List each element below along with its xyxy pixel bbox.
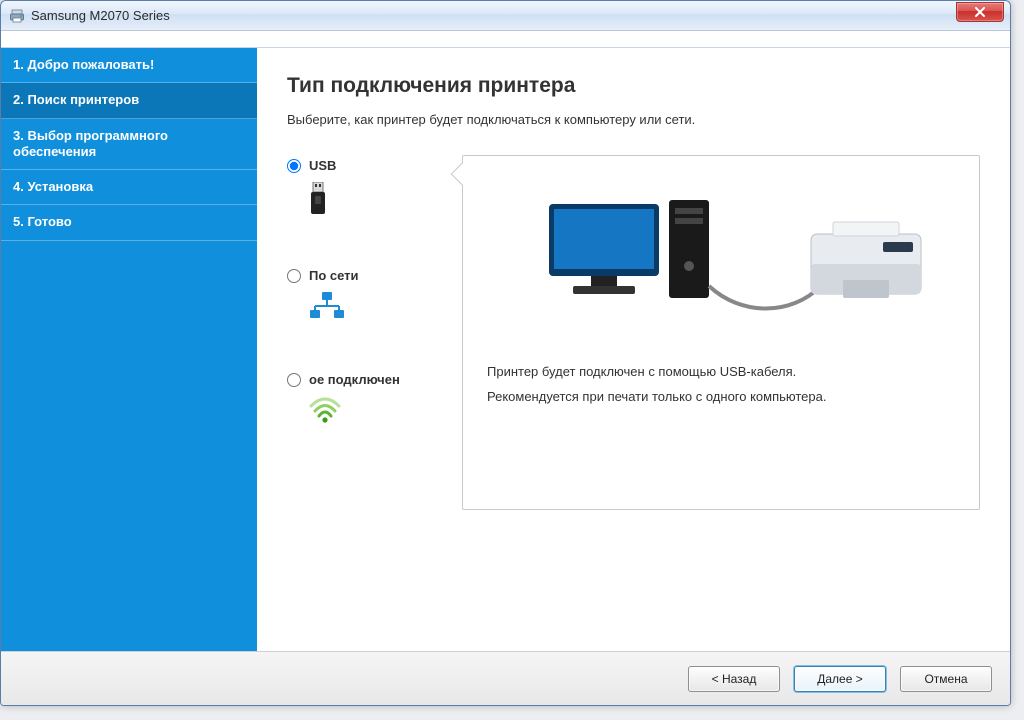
option-network[interactable]: По сети (287, 269, 462, 323)
sidebar-step-software[interactable]: 3. Выбор программного обеспечения (1, 119, 257, 171)
connection-options: USB (287, 155, 462, 427)
sidebar-step-welcome[interactable]: 1. Добро пожаловать! (1, 48, 257, 83)
page-title: Тип подключения принтера (287, 74, 980, 98)
preview-line2: Рекомендуется при печати только с одного… (487, 389, 955, 404)
wizard-sidebar: 1. Добро пожаловать! 2. Поиск принтеров … (1, 48, 257, 651)
radio-network[interactable] (287, 269, 301, 283)
connection-preview: Принтер будет подключен с помощью USB-ка… (462, 155, 980, 510)
preview-line1: Принтер будет подключен с помощью USB-ка… (487, 364, 955, 379)
sidebar-step-search[interactable]: 2. Поиск принтеров (1, 83, 257, 118)
cancel-button[interactable]: Отмена (900, 666, 992, 692)
sidebar-step-install[interactable]: 4. Установка (1, 170, 257, 205)
wizard-footer: < Назад Далее > Отмена (1, 651, 1010, 705)
titlebar: Samsung M2070 Series (1, 1, 1010, 31)
close-icon (974, 7, 986, 17)
sidebar-step-done[interactable]: 5. Готово (1, 205, 257, 240)
close-button[interactable] (956, 2, 1004, 22)
main-panel: Тип подключения принтера Выберите, как п… (257, 48, 1010, 651)
option-wireless-label[interactable]: ое подключен (309, 373, 400, 388)
option-wireless[interactable]: ое подключен (287, 373, 462, 427)
option-usb-label[interactable]: USB (309, 159, 336, 174)
connection-description: Принтер будет подключен с помощью USB-ка… (487, 364, 955, 404)
radio-usb[interactable] (287, 159, 301, 173)
client-area: 1. Добро пожаловать! 2. Поиск принтеров … (1, 31, 1010, 705)
installer-window: Samsung M2070 Series 1. Добро пожаловать… (0, 0, 1011, 706)
page-subtitle: Выберите, как принтер будет подключаться… (287, 112, 980, 127)
next-button[interactable]: Далее > (794, 666, 886, 692)
wifi-icon (309, 396, 462, 427)
option-usb[interactable]: USB (287, 159, 462, 219)
window-title: Samsung M2070 Series (31, 8, 170, 23)
network-icon (309, 292, 462, 323)
option-network-label[interactable]: По сети (309, 269, 359, 284)
usb-icon (309, 182, 462, 219)
printer-icon (9, 8, 25, 24)
connection-illustration (487, 176, 955, 346)
back-button[interactable]: < Назад (688, 666, 780, 692)
radio-wireless[interactable] (287, 373, 301, 387)
